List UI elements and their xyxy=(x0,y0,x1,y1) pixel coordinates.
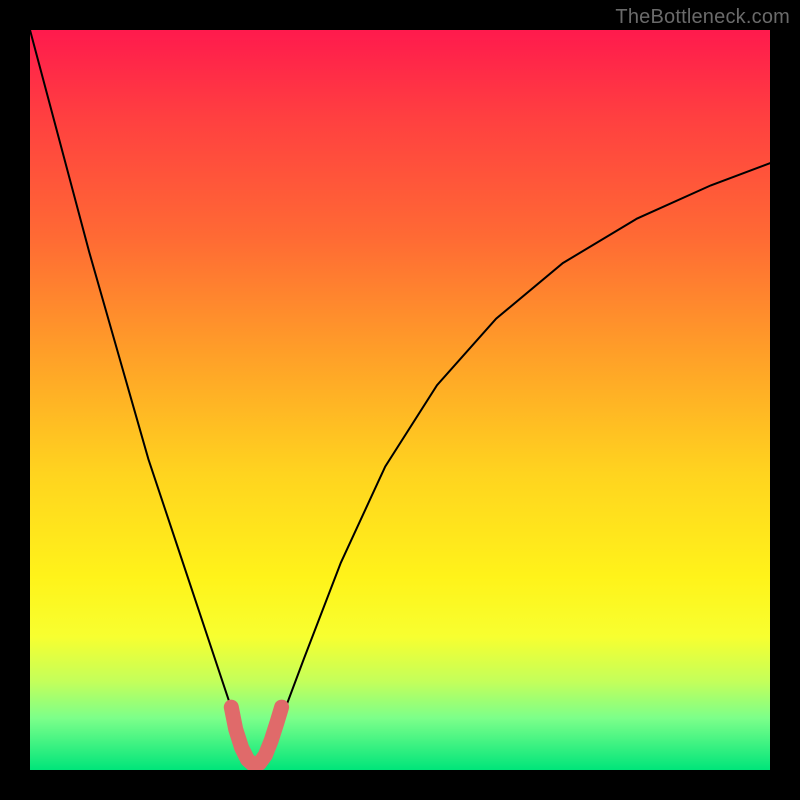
watermark-text: TheBottleneck.com xyxy=(615,6,790,29)
chart-frame: TheBottleneck.com xyxy=(0,0,800,800)
highlight-valley xyxy=(231,707,281,765)
plot-area xyxy=(30,30,770,770)
bottleneck-curve-svg xyxy=(30,30,770,770)
bottleneck-curve xyxy=(30,30,770,766)
